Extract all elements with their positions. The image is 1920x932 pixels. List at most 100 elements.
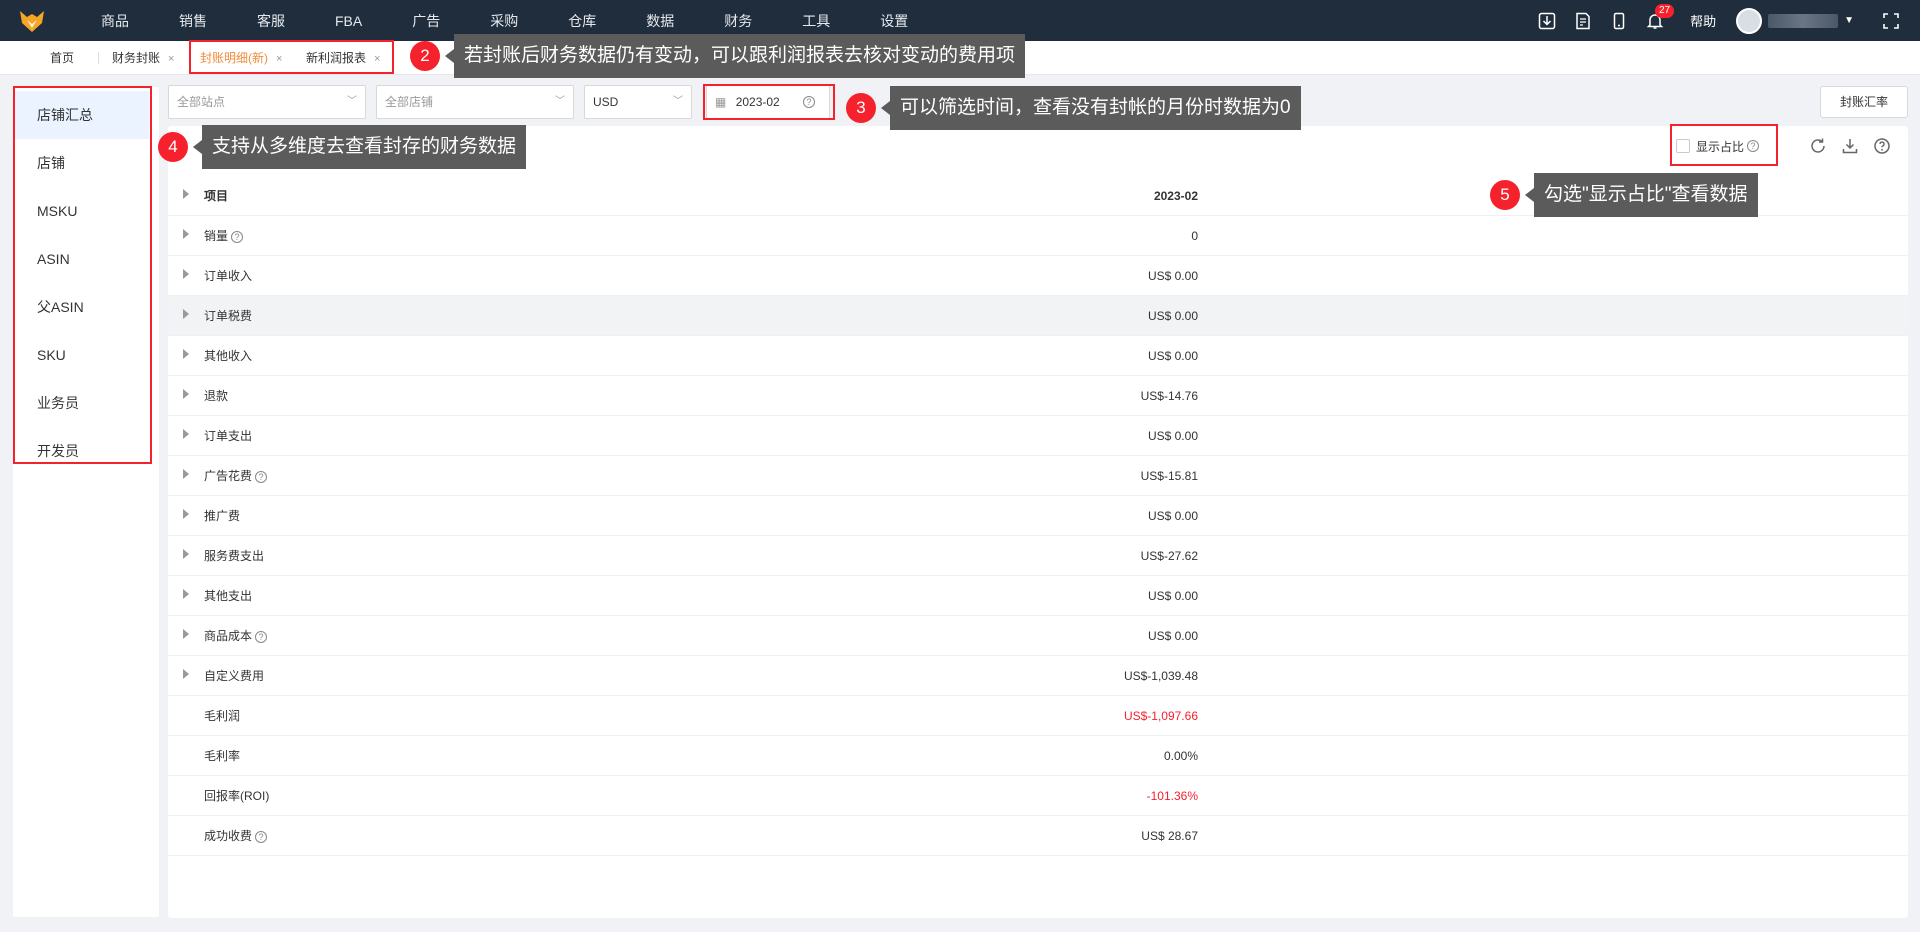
table-row[interactable]: 推广费 US$ 0.00 bbox=[168, 496, 1908, 536]
expand-triangle-icon[interactable] bbox=[183, 349, 189, 359]
close-rate-button[interactable]: 封账汇率 bbox=[1820, 86, 1908, 118]
row-value: US$ 0.00 bbox=[1147, 349, 1198, 363]
row-label-text: 成功收费 bbox=[204, 829, 253, 843]
row-value: US$ 0.00 bbox=[1147, 509, 1198, 523]
row-label: 订单支出 bbox=[204, 429, 253, 443]
logo-icon[interactable] bbox=[18, 8, 46, 34]
export-icon[interactable] bbox=[1840, 136, 1860, 156]
table-row: 毛利润 US$-1,097.66 bbox=[168, 696, 1908, 736]
row-value: US$ 0.00 bbox=[1147, 269, 1198, 283]
row-label: 商品成本? bbox=[204, 616, 268, 656]
expand-triangle-icon[interactable] bbox=[183, 389, 189, 399]
row-label: 订单税费 bbox=[204, 309, 253, 323]
table-row[interactable]: 自定义费用 US$-1,039.48 bbox=[168, 656, 1908, 696]
currency-value: USD bbox=[593, 95, 619, 109]
row-value: US$-27.62 bbox=[1140, 549, 1198, 563]
row-label: 其他收入 bbox=[204, 349, 253, 363]
document-icon[interactable] bbox=[1572, 10, 1594, 32]
nav-item-sales[interactable]: 销售 bbox=[179, 11, 207, 31]
help-circle-icon[interactable]: ? bbox=[231, 230, 244, 243]
table-row[interactable]: 商品成本? US$ 0.00 bbox=[168, 616, 1908, 656]
nav-item-fba[interactable]: FBA bbox=[335, 13, 362, 29]
chevron-down-icon: ﹀ bbox=[673, 96, 683, 107]
help-circle-icon[interactable] bbox=[1872, 136, 1892, 156]
expand-triangle-icon[interactable] bbox=[183, 669, 189, 679]
row-value: 0 bbox=[1191, 229, 1198, 243]
row-label-text: 广告花费 bbox=[204, 469, 253, 483]
expand-triangle-icon[interactable] bbox=[183, 629, 189, 639]
table-row[interactable]: 其他收入 US$ 0.00 bbox=[168, 336, 1908, 376]
tab-home[interactable]: 首页 bbox=[50, 41, 74, 75]
tab-finance-close[interactable]: 财务封账 × bbox=[112, 41, 174, 75]
notification-badge: 27 bbox=[1654, 3, 1675, 18]
callout-number: 4 bbox=[158, 132, 188, 162]
help-link[interactable]: 帮助 bbox=[1690, 11, 1716, 30]
expand-triangle-icon[interactable] bbox=[183, 309, 189, 319]
expand-triangle-icon[interactable] bbox=[183, 509, 189, 519]
refresh-icon[interactable] bbox=[1808, 136, 1828, 156]
table-row[interactable]: 订单支出 US$ 0.00 bbox=[168, 416, 1908, 456]
table-row[interactable]: 订单收入 US$ 0.00 bbox=[168, 256, 1908, 296]
highlight-box-sidebar bbox=[13, 86, 152, 464]
fullscreen-icon[interactable] bbox=[1880, 10, 1902, 32]
row-label: 销量? bbox=[204, 216, 244, 256]
help-circle-icon[interactable]: ? bbox=[255, 630, 268, 643]
highlight-box-show-ratio bbox=[1670, 124, 1778, 166]
expand-triangle-icon[interactable] bbox=[183, 229, 189, 239]
nav-item-products[interactable]: 商品 bbox=[101, 11, 129, 31]
row-label: 订单收入 bbox=[204, 269, 253, 283]
download-icon[interactable] bbox=[1536, 10, 1558, 32]
table-row[interactable]: 退款 US$-14.76 bbox=[168, 376, 1908, 416]
expand-triangle-icon[interactable] bbox=[183, 189, 189, 199]
mobile-icon[interactable] bbox=[1608, 10, 1630, 32]
nav-item-purchase[interactable]: 采购 bbox=[490, 11, 518, 31]
table-row[interactable]: 订单税费 US$ 0.00 bbox=[168, 296, 1908, 336]
nav-item-data[interactable]: 数据 bbox=[646, 11, 674, 31]
avatar[interactable] bbox=[1736, 7, 1763, 34]
row-label: 毛利润 bbox=[204, 709, 241, 723]
chevron-down-icon: ﹀ bbox=[555, 96, 565, 107]
row-value: 0.00% bbox=[1163, 749, 1198, 763]
table-row: 成功收费? US$ 28.67 bbox=[168, 816, 1908, 856]
row-label-text: 销量 bbox=[204, 229, 229, 243]
expand-triangle-icon[interactable] bbox=[183, 469, 189, 479]
shop-select[interactable]: 全部店铺 ﹀ bbox=[376, 85, 574, 119]
bell-icon[interactable]: 27 bbox=[1644, 3, 1675, 32]
row-value: US$ 0.00 bbox=[1147, 309, 1198, 323]
row-label: 回报率(ROI) bbox=[204, 789, 270, 803]
help-circle-icon[interactable]: ? bbox=[255, 470, 268, 483]
row-label: 毛利率 bbox=[204, 749, 241, 763]
nav-item-service[interactable]: 客服 bbox=[257, 11, 285, 31]
table-row: 回报率(ROI) -101.36% bbox=[168, 776, 1908, 816]
expand-triangle-icon[interactable] bbox=[183, 589, 189, 599]
tab-divider bbox=[98, 52, 99, 64]
callout-text: 若封账后财务数据仍有变动，可以跟利润报表去核对变动的费用项 bbox=[444, 34, 1026, 78]
table-row[interactable]: 广告花费? US$-15.81 bbox=[168, 456, 1908, 496]
table-row[interactable]: 其他支出 US$ 0.00 bbox=[168, 576, 1908, 616]
row-label: 成功收费? bbox=[204, 816, 268, 856]
username-redacted[interactable] bbox=[1768, 13, 1839, 28]
row-label: 广告花费? bbox=[204, 456, 268, 496]
close-icon[interactable]: × bbox=[168, 53, 174, 65]
row-value: US$ 0.00 bbox=[1147, 589, 1198, 603]
nav-item-ads[interactable]: 广告 bbox=[412, 11, 440, 31]
table-row[interactable]: 销量? 0 bbox=[168, 216, 1908, 256]
nav-item-warehouse[interactable]: 仓库 bbox=[568, 11, 596, 31]
nav-item-finance[interactable]: 财务 bbox=[724, 11, 752, 31]
callout-number: 5 bbox=[1490, 180, 1520, 210]
expand-triangle-icon[interactable] bbox=[183, 269, 189, 279]
callout-text: 可以筛选时间，查看没有封帐的月份时数据为0 bbox=[881, 86, 1301, 130]
help-circle-icon[interactable]: ? bbox=[255, 830, 268, 843]
site-select[interactable]: 全部站点 ﹀ bbox=[168, 85, 366, 119]
nav-item-settings[interactable]: 设置 bbox=[880, 11, 908, 31]
chevron-down-icon[interactable]: ▼ bbox=[1844, 15, 1854, 26]
shop-select-placeholder: 全部店铺 bbox=[385, 95, 434, 109]
table-row[interactable]: 服务费支出 US$-27.62 bbox=[168, 536, 1908, 576]
row-value: US$-15.81 bbox=[1140, 469, 1198, 483]
currency-select[interactable]: USD ﹀ bbox=[584, 85, 692, 119]
row-label: 服务费支出 bbox=[204, 549, 265, 563]
header-month: 2023-02 bbox=[1153, 189, 1198, 203]
nav-item-tools[interactable]: 工具 bbox=[802, 11, 830, 31]
expand-triangle-icon[interactable] bbox=[183, 429, 189, 439]
expand-triangle-icon[interactable] bbox=[183, 549, 189, 559]
